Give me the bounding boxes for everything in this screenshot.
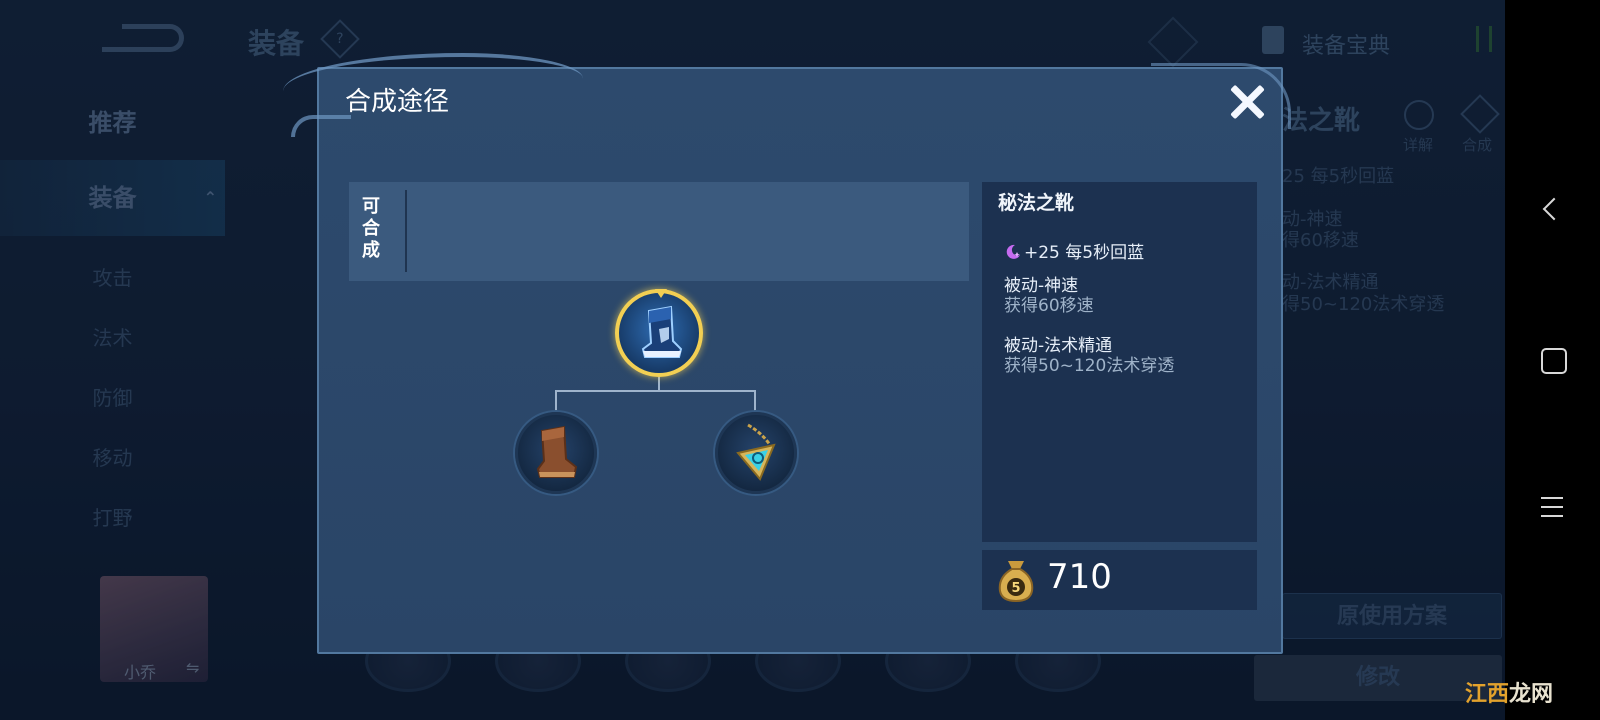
item-name: 秘法之靴 <box>998 192 1075 214</box>
tree-connector <box>555 390 557 412</box>
dialog-title: 合成途径 <box>345 87 450 117</box>
craftable-into-panel: 可合成 <box>349 182 969 281</box>
nav-home-icon[interactable] <box>1505 330 1600 390</box>
stat-mana-regen: +25 每5秒回蓝 <box>1004 238 1144 263</box>
price-panel: 5 710 <box>982 550 1257 610</box>
passive-desc: 获得60移速 <box>1004 296 1094 316</box>
nav-back-icon[interactable] <box>1505 180 1600 240</box>
crafting-path-dialog: 合成途径 可合成 秘法之靴 +25 每5秒回蓝 被动-神速 获得60移速 被动-… <box>283 53 1291 654</box>
tree-connector <box>555 390 755 392</box>
mana-regen-icon <box>1006 244 1020 259</box>
decorative-swirl <box>291 115 351 137</box>
craftable-label: 可合成 <box>362 196 380 261</box>
close-icon[interactable] <box>1224 79 1270 125</box>
nav-menu-icon[interactable] <box>1505 478 1600 538</box>
tree-connector <box>754 390 756 412</box>
boots-icon[interactable] <box>515 412 597 494</box>
passive-desc: 获得50~120法术穿透 <box>1004 356 1175 376</box>
decorative-swirl <box>1151 63 1291 129</box>
item-info-panel: 秘法之靴 +25 每5秒回蓝 被动-神速 获得60移速 被动-法术精通 获得50… <box>982 182 1257 542</box>
system-navigation-bar <box>1505 0 1600 720</box>
item-price: 710 <box>1047 557 1112 597</box>
watermark: 江西龙网 <box>1465 682 1554 707</box>
arcane-boots-icon[interactable] <box>615 289 703 377</box>
amulet-icon[interactable] <box>715 412 797 494</box>
tree-connector <box>658 377 660 391</box>
divider <box>405 190 407 272</box>
svg-text:5: 5 <box>1011 581 1020 596</box>
gold-coin-bag-icon: 5 <box>998 561 1034 603</box>
